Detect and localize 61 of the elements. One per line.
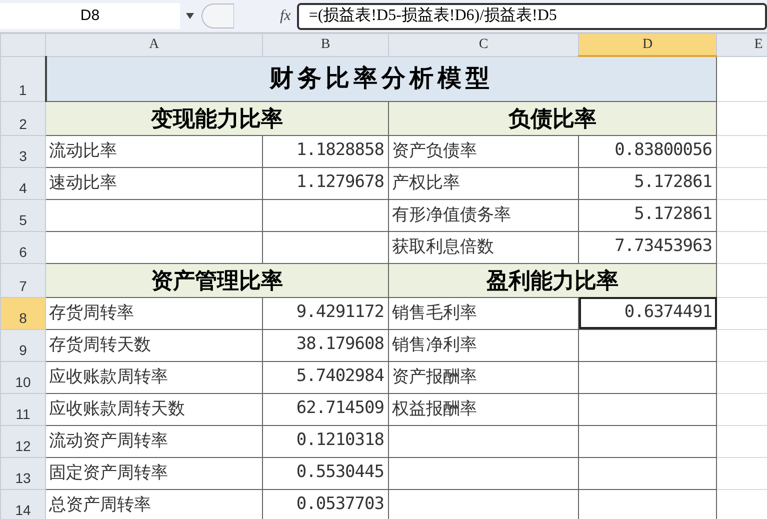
- row-header[interactable]: 3: [0, 135, 46, 167]
- section-header-cell: 变现能力比率: [46, 101, 388, 135]
- column-header[interactable]: B: [262, 34, 388, 56]
- row-header[interactable]: 6: [0, 231, 46, 263]
- value-cell: 5.7402984: [262, 361, 388, 393]
- label-cell: 总资产周转率: [46, 489, 262, 519]
- label-cell: 获取利息倍数: [388, 231, 578, 263]
- value-cell: 9.4291172: [262, 297, 388, 329]
- value-cell: 5.172861: [578, 167, 716, 199]
- value-cell: 0.83800056: [578, 135, 716, 167]
- row-header[interactable]: 12: [0, 425, 46, 457]
- value-cell: 0.6374491: [578, 297, 716, 329]
- label-cell: 应收账款周转天数: [46, 393, 262, 425]
- label-cell: 应收账款周转率: [46, 361, 262, 393]
- label-cell: 产权比率: [388, 167, 578, 199]
- dropdown-caret-icon[interactable]: [186, 13, 194, 19]
- row-header[interactable]: 14: [0, 489, 46, 519]
- label-cell: 存货周转率: [46, 297, 262, 329]
- label-cell: 销售净利率: [388, 329, 578, 361]
- label-cell: 权益报酬率: [388, 393, 578, 425]
- row-header[interactable]: 7: [0, 263, 46, 297]
- row-header[interactable]: 13: [0, 457, 46, 489]
- name-box[interactable]: D8: [0, 3, 180, 29]
- label-cell: 存货周转天数: [46, 329, 262, 361]
- section-header-cell: 盈利能力比率: [388, 263, 716, 297]
- value-cell: 1.1279678: [262, 167, 388, 199]
- cancel-icon[interactable]: [200, 3, 234, 29]
- row-header[interactable]: 5: [0, 199, 46, 231]
- select-all-corner[interactable]: [0, 34, 46, 56]
- row-header[interactable]: 10: [0, 361, 46, 393]
- row-header[interactable]: 4: [0, 167, 46, 199]
- title-cell: 财务比率分析模型: [46, 56, 716, 101]
- section-header-cell: 资产管理比率: [46, 263, 388, 297]
- function-label[interactable]: fx: [280, 4, 291, 28]
- value-cell: 62.714509: [262, 393, 388, 425]
- column-header[interactable]: E: [716, 34, 767, 56]
- label-cell: 资产负债率: [388, 135, 578, 167]
- value-cell: 1.1828858: [262, 135, 388, 167]
- section-header-cell: 负债比率: [388, 101, 716, 135]
- label-cell: 流动比率: [46, 135, 262, 167]
- column-header[interactable]: D: [578, 34, 716, 56]
- row-header[interactable]: 1: [0, 56, 46, 101]
- value-cell: 0.0537703: [262, 489, 388, 519]
- column-header[interactable]: A: [46, 34, 262, 56]
- value-cell: 7.73453963: [578, 231, 716, 263]
- value-cell: 38.179608: [262, 329, 388, 361]
- row-header[interactable]: 8: [0, 297, 46, 329]
- label-cell: 速动比率: [46, 167, 262, 199]
- row-header[interactable]: 2: [0, 101, 46, 135]
- row-header[interactable]: 11: [0, 393, 46, 425]
- formula-field[interactable]: =(损益表!D5-损益表!D6)/损益表!D5: [296, 2, 767, 30]
- label-cell: 有形净值债务率: [388, 199, 578, 231]
- label-cell: 销售毛利率: [388, 297, 578, 329]
- label-cell: 资产报酬率: [388, 361, 578, 393]
- label-cell: 流动资产周转率: [46, 425, 262, 457]
- label-cell: 固定资产周转率: [46, 457, 262, 489]
- row-header[interactable]: 9: [0, 329, 46, 361]
- column-header[interactable]: C: [388, 34, 578, 56]
- value-cell: 0.5530445: [262, 457, 388, 489]
- value-cell: 5.172861: [578, 199, 716, 231]
- value-cell: 0.1210318: [262, 425, 388, 457]
